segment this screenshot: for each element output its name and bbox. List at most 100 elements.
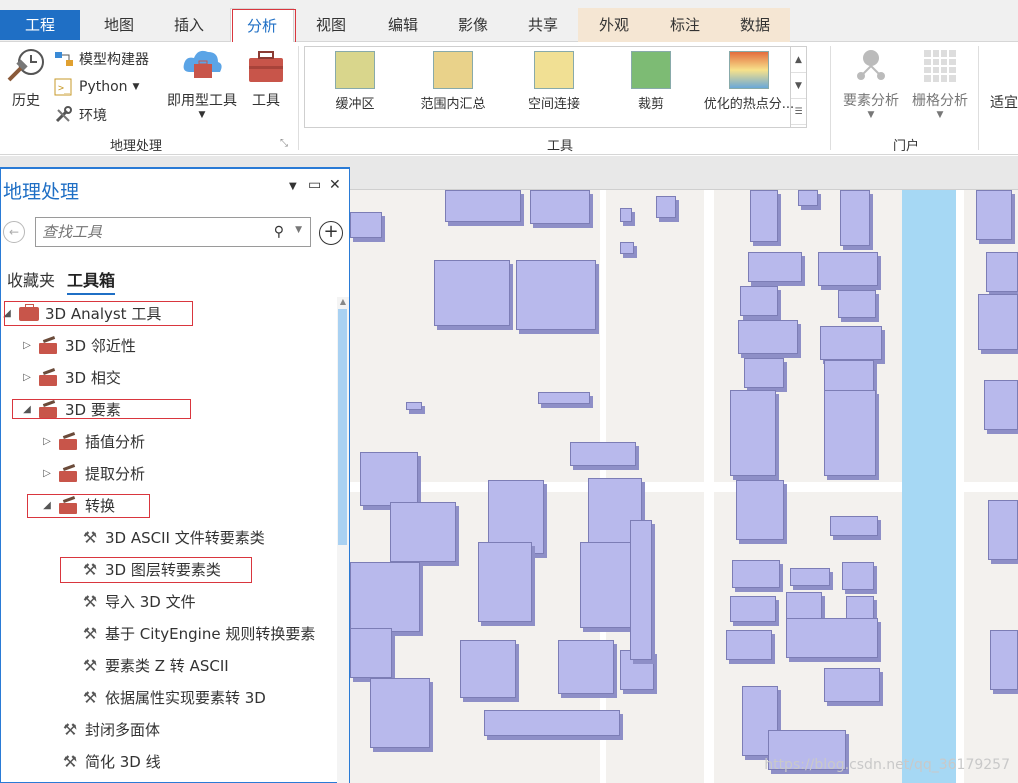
tree-node-3d-intersection[interactable]: ▷ 3D 相交: [21, 365, 121, 391]
building: [350, 628, 392, 678]
building: [434, 260, 510, 326]
tree-tool-simplify-3d-line[interactable]: ⚒ 简化 3D 线: [61, 749, 161, 775]
geoprocessing-group-label: 地理处理: [109, 139, 162, 154]
history-button[interactable]: 历史: [4, 46, 48, 110]
tree-tool-cityengine-rules[interactable]: ⚒ 基于 CityEngine 规则转换要素: [81, 621, 316, 647]
suitability-button[interactable]: 适宜: [984, 92, 1018, 112]
ribbon-panel: 历史 模型构建器 >_ Python ▼ 环境 即用型工具 ▼ 工具 地理处理 …: [0, 42, 1018, 155]
python-button[interactable]: >_ Python ▼: [54, 76, 139, 98]
gallery-buffer-label: 缓冲区: [335, 97, 375, 112]
tab-labeling[interactable]: 标注: [650, 8, 720, 42]
tools-button[interactable]: 工具: [238, 46, 294, 110]
tab-view[interactable]: 视图: [300, 8, 362, 42]
scroll-thumb[interactable]: [338, 309, 347, 545]
ribbon-tab-bar: 工程 地图 插入 分析 视图 编辑 影像 共享 外观 标注 数据: [0, 0, 1018, 43]
building: [738, 320, 798, 354]
gallery-summarize-within[interactable]: 范围内汇总: [413, 51, 493, 112]
building: [978, 294, 1018, 350]
tab-map[interactable]: 地图: [88, 8, 150, 42]
building: [976, 190, 1012, 240]
tree-node-interpolation[interactable]: ▷ 插值分析: [41, 429, 145, 455]
building: [620, 208, 632, 222]
pane-close-icon[interactable]: ✕: [329, 177, 341, 193]
expand-arrow-icon[interactable]: ◢: [21, 397, 33, 423]
ribbon-separator: [830, 46, 831, 150]
pane-menu-icon[interactable]: ▼: [289, 181, 297, 192]
hammer-icon: ⚒: [82, 560, 98, 579]
search-dropdown-icon[interactable]: ▼: [295, 225, 302, 235]
tab-data[interactable]: 数据: [720, 8, 790, 42]
python-label: Python: [79, 79, 128, 95]
expand-arrow-icon[interactable]: ◢: [1, 301, 13, 327]
tree-tool-layer-3d-to-feature[interactable]: ⚒ 3D 图层转要素类: [81, 557, 221, 583]
building: [744, 358, 784, 388]
tab-share[interactable]: 共享: [512, 8, 574, 42]
expand-arrow-icon[interactable]: ▷: [41, 429, 53, 455]
ready-to-use-label: 即用型工具: [167, 93, 237, 109]
tab-favorites[interactable]: 收藏夹: [7, 267, 55, 291]
tree-node-label: 导入 3D 文件: [105, 593, 196, 611]
tree-node-3d-proximity[interactable]: ▷ 3D 邻近性: [21, 333, 136, 359]
tree-node-conversion[interactable]: ◢ 转换: [41, 493, 115, 519]
ready-to-use-dropdown-icon[interactable]: ▼: [162, 110, 242, 120]
model-builder-button[interactable]: 模型构建器: [54, 48, 149, 70]
ready-to-use-tools-button[interactable]: 即用型工具 ▼: [162, 46, 242, 120]
add-toolbox-icon[interactable]: +: [319, 221, 343, 245]
tab-edit[interactable]: 编辑: [372, 8, 434, 42]
tree-tool-feature-to-3d-by-attribute[interactable]: ⚒ 依据属性实现要素转 3D: [81, 685, 266, 711]
tab-project[interactable]: 工程: [0, 10, 80, 40]
tree-node-extraction[interactable]: ▷ 提取分析: [41, 461, 145, 487]
python-dropdown-icon[interactable]: ▼: [133, 82, 140, 92]
tab-toolboxes[interactable]: 工具箱: [67, 267, 116, 295]
expand-arrow-icon[interactable]: ◢: [41, 493, 53, 519]
building: [478, 542, 532, 622]
gallery-clip[interactable]: 裁剪: [621, 51, 681, 112]
scroll-up-icon[interactable]: ▲: [337, 297, 349, 306]
tree-node-3d-analyst[interactable]: ◢ 3D Analyst 工具: [1, 301, 161, 327]
back-arrow-icon[interactable]: ←: [3, 221, 25, 243]
tab-insert[interactable]: 插入: [158, 8, 220, 42]
environments-icon: [55, 106, 72, 123]
toolset-icon: [59, 434, 79, 450]
building: [820, 326, 882, 360]
search-icon[interactable]: ⚲: [274, 224, 284, 240]
feature-analysis-button[interactable]: 要素分析 ▼: [838, 46, 904, 120]
tree-tool-enclose-multipatch[interactable]: ⚒ 封闭多面体: [61, 717, 160, 743]
toolset-icon: [59, 498, 79, 514]
expand-arrow-icon[interactable]: ▷: [21, 365, 33, 391]
tree-tool-ascii-3d-to-feature[interactable]: ⚒ 3D ASCII 文件转要素类: [81, 525, 265, 551]
history-label: 历史: [12, 93, 40, 109]
map-view[interactable]: https://blog.csdn.net/qq_36179257: [350, 190, 1018, 783]
buffer-icon: [335, 51, 375, 89]
gallery-down-icon[interactable]: ▼: [791, 73, 806, 99]
tree-node-label: 3D Analyst 工具: [45, 305, 162, 323]
pane-maximize-icon[interactable]: ▭: [308, 177, 321, 193]
group-launcher-icon[interactable]: ⤡: [280, 138, 288, 149]
gallery-spatial-join[interactable]: 空间连接: [519, 51, 589, 112]
building: [484, 710, 620, 736]
feature-analysis-dropdown-icon[interactable]: ▼: [838, 110, 904, 120]
tree-node-label: 依据属性实现要素转 3D: [105, 689, 266, 707]
building: [824, 390, 876, 476]
environments-button[interactable]: 环境: [54, 104, 107, 126]
raster-analysis-dropdown-icon[interactable]: ▼: [906, 110, 974, 120]
road: [956, 190, 964, 783]
expand-arrow-icon[interactable]: ▷: [21, 333, 33, 359]
tab-appearance[interactable]: 外观: [578, 8, 650, 42]
gallery-buffer[interactable]: 缓冲区: [325, 51, 385, 112]
tool-search-box[interactable]: ⚲ ▼: [35, 217, 311, 247]
tab-analysis[interactable]: 分析: [230, 8, 294, 43]
tree-node-3d-features[interactable]: ◢ 3D 要素: [21, 397, 121, 423]
tree-tool-import-3d-files[interactable]: ⚒ 导入 3D 文件: [81, 589, 196, 615]
tool-search-input[interactable]: [36, 218, 256, 246]
gallery-scroller[interactable]: ▲ ▼ ☰: [790, 47, 806, 127]
tab-imagery[interactable]: 影像: [442, 8, 504, 42]
raster-analysis-button[interactable]: 栅格分析 ▼: [906, 46, 974, 120]
building: [842, 562, 874, 590]
tree-tool-feature-z-to-ascii[interactable]: ⚒ 要素类 Z 转 ASCII: [81, 653, 229, 679]
expand-arrow-icon[interactable]: ▷: [41, 461, 53, 487]
gallery-up-icon[interactable]: ▲: [791, 47, 806, 73]
gallery-optimized-hot-spot[interactable]: 优化的热点分...: [701, 51, 797, 112]
tree-scrollbar[interactable]: ▲: [337, 297, 349, 783]
gallery-expand-icon[interactable]: ☰: [791, 99, 806, 125]
